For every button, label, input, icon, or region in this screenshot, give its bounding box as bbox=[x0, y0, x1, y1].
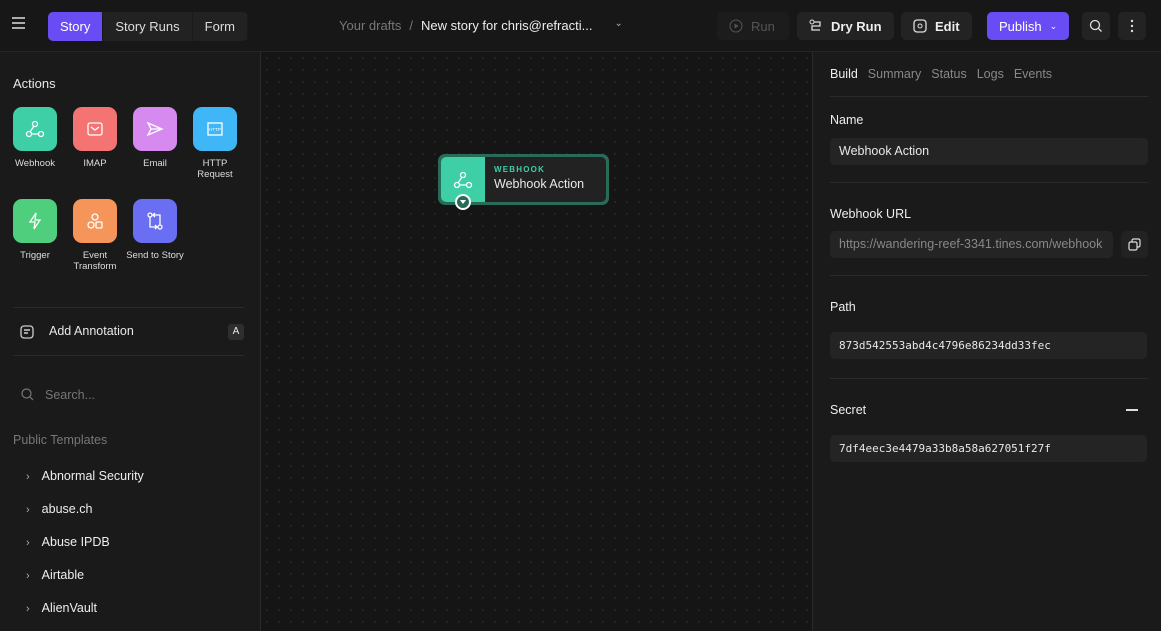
edit-label: Edit bbox=[935, 18, 960, 34]
webhook-action-node[interactable]: WEBHOOK Webhook Action bbox=[438, 154, 609, 210]
trigger-icon bbox=[13, 199, 57, 243]
panel-tabs: Build Summary Status Logs Events bbox=[830, 67, 1052, 81]
send-to-story-icon bbox=[133, 199, 177, 243]
template-search-input[interactable] bbox=[45, 385, 245, 405]
search-icon bbox=[1089, 19, 1102, 32]
collapse-secret-icon[interactable] bbox=[1126, 409, 1138, 411]
action-email[interactable]: Email bbox=[133, 107, 177, 169]
route-icon bbox=[809, 19, 821, 31]
public-templates-heading: Public Templates bbox=[13, 433, 108, 447]
action-label: IMAP bbox=[83, 158, 107, 169]
template-item[interactable]: › AlienVault bbox=[26, 601, 97, 615]
path-input[interactable]: 873d542553abd4c4796e86234dd33fec bbox=[830, 332, 1147, 359]
email-icon bbox=[133, 107, 177, 151]
template-label: abuse.ch bbox=[41, 502, 93, 516]
template-item[interactable]: › Abuse IPDB bbox=[26, 535, 110, 549]
right-panel: Build Summary Status Logs Events Name We… bbox=[812, 52, 1161, 631]
breadcrumb-parent[interactable]: Your drafts bbox=[339, 18, 401, 33]
annotation-icon bbox=[20, 325, 34, 339]
shortcut-badge: A bbox=[228, 324, 244, 340]
story-title[interactable]: New story for chris@refracti... bbox=[421, 18, 592, 33]
copy-url-button[interactable] bbox=[1121, 231, 1148, 258]
template-item[interactable]: › abuse.ch bbox=[26, 502, 92, 516]
more-options-button[interactable] bbox=[1118, 12, 1146, 40]
add-annotation-label: Add Annotation bbox=[49, 324, 134, 338]
template-label: Airtable bbox=[41, 568, 85, 582]
action-label: Trigger bbox=[20, 250, 50, 261]
chevron-right-icon: › bbox=[26, 537, 30, 549]
action-trigger[interactable]: Trigger bbox=[13, 199, 57, 261]
svg-text:HTTP: HTTP bbox=[209, 127, 221, 132]
action-webhook[interactable]: Webhook bbox=[13, 107, 57, 169]
more-vertical-icon bbox=[1130, 19, 1134, 33]
secret-label: Secret bbox=[830, 403, 867, 417]
tab-story[interactable]: Story bbox=[48, 12, 104, 41]
run-button[interactable]: Run bbox=[717, 12, 789, 40]
template-item[interactable]: › Abnormal Security bbox=[26, 469, 144, 483]
copy-icon bbox=[1128, 238, 1141, 251]
tab-events[interactable]: Events bbox=[1014, 67, 1052, 81]
name-input[interactable]: Webhook Action bbox=[830, 138, 1148, 165]
template-item[interactable]: › Airtable bbox=[26, 568, 84, 582]
action-event-transform[interactable]: Event Transform bbox=[73, 199, 117, 272]
tab-logs[interactable]: Logs bbox=[977, 67, 1004, 81]
search-button[interactable] bbox=[1082, 12, 1110, 40]
tab-story-runs[interactable]: Story Runs bbox=[103, 12, 193, 41]
http-request-icon: HTTP bbox=[193, 107, 237, 151]
chevron-down-icon: ⌄ bbox=[1049, 20, 1058, 31]
template-label: AlienVault bbox=[41, 601, 98, 615]
run-label: Run bbox=[751, 18, 775, 34]
breadcrumb-separator: / bbox=[409, 18, 414, 33]
template-label: Abuse IPDB bbox=[41, 535, 110, 549]
dry-run-button[interactable]: Dry Run bbox=[797, 12, 894, 40]
template-label: Abnormal Security bbox=[41, 469, 144, 483]
secret-input[interactable]: 7df4eec3e4479a33b8a58a627051f27f bbox=[830, 435, 1147, 462]
chevron-down-icon[interactable]: ⌄ bbox=[614, 18, 622, 33]
action-send-to-story[interactable]: Send to Story bbox=[126, 199, 184, 261]
publish-label: Publish bbox=[999, 18, 1042, 34]
menu-icon[interactable] bbox=[12, 17, 26, 32]
chevron-right-icon: › bbox=[26, 504, 30, 516]
webhook-icon bbox=[13, 107, 57, 151]
dry-run-label: Dry Run bbox=[831, 18, 882, 34]
chevron-right-icon: › bbox=[26, 603, 30, 615]
edit-button[interactable]: Edit bbox=[901, 12, 972, 40]
name-label: Name bbox=[830, 113, 864, 127]
tab-summary[interactable]: Summary bbox=[868, 67, 921, 81]
view-tabs: Story Story Runs Form bbox=[48, 12, 248, 41]
tab-status[interactable]: Status bbox=[931, 67, 966, 81]
action-label: Send to Story bbox=[126, 250, 184, 261]
action-label: Email bbox=[143, 158, 167, 169]
chevron-right-icon: › bbox=[26, 570, 30, 582]
edit-mode-icon bbox=[913, 19, 927, 33]
add-annotation-button[interactable]: Add Annotation A bbox=[13, 320, 244, 344]
publish-button[interactable]: Publish ⌄ bbox=[987, 12, 1070, 40]
story-canvas[interactable]: WEBHOOK Webhook Action bbox=[261, 52, 812, 631]
caret-down-icon bbox=[460, 199, 466, 204]
top-bar: Story Story Runs Form Your drafts / New … bbox=[0, 0, 1161, 52]
path-label: Path bbox=[830, 300, 856, 314]
breadcrumb: Your drafts / New story for chris@refrac… bbox=[339, 18, 623, 33]
action-imap[interactable]: IMAP bbox=[73, 107, 117, 169]
imap-icon bbox=[73, 107, 117, 151]
action-label: Event Transform bbox=[73, 250, 117, 272]
play-icon bbox=[729, 19, 743, 33]
action-http-request[interactable]: HTTP HTTP Request bbox=[193, 107, 237, 180]
event-transform-icon bbox=[73, 199, 117, 243]
action-label: HTTP Request bbox=[197, 158, 233, 180]
tab-build[interactable]: Build bbox=[830, 67, 858, 81]
chevron-right-icon: › bbox=[26, 471, 30, 483]
actions-heading: Actions bbox=[13, 76, 56, 91]
tab-form[interactable]: Form bbox=[193, 12, 248, 41]
search-icon bbox=[21, 388, 34, 401]
node-name: Webhook Action bbox=[494, 177, 585, 191]
webhook-url-label: Webhook URL bbox=[830, 207, 912, 221]
node-type: WEBHOOK bbox=[494, 165, 546, 174]
left-sidebar: Actions Webhook IMAP Email HTTP HTTP Request… bbox=[0, 52, 261, 631]
webhook-url-field[interactable]: https://wandering-reef-3341.tines.com/we… bbox=[830, 231, 1113, 258]
node-output-port[interactable] bbox=[455, 194, 471, 210]
action-label: Webhook bbox=[15, 158, 55, 169]
